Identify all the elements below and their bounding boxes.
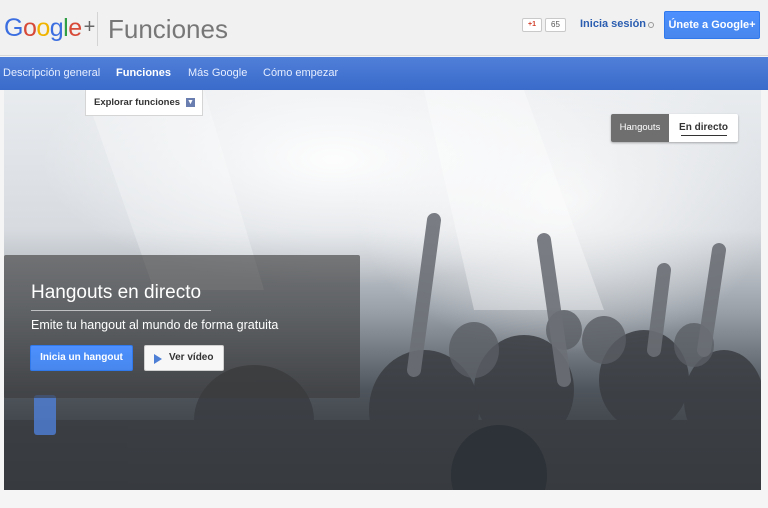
nav-item-mas-google[interactable]: Más Google — [188, 67, 247, 79]
explore-features-dropdown[interactable]: Explorar funciones ▼ — [85, 90, 203, 116]
page-title: Funciones — [108, 14, 228, 44]
google-plus-logo[interactable]: Google + — [4, 14, 95, 43]
logo-letter: e — [68, 14, 82, 42]
separator-dot-icon — [648, 22, 654, 28]
nav-item-como-empezar[interactable]: Cómo empezar — [263, 67, 338, 79]
logo-letter: o — [36, 14, 50, 42]
promo-subtitle: Emite tu hangout al mundo de forma gratu… — [31, 318, 279, 332]
play-icon — [154, 354, 162, 364]
top-header: Google + Funciones +1 65 Inicia sesión Ún… — [0, 0, 768, 56]
main-nav: Descripción general Funciones Más Google… — [0, 57, 768, 90]
hangouts-mode-toggle: Hangouts En directo — [611, 114, 738, 142]
toggle-en-directo-label: En directo — [679, 122, 728, 133]
logo-divider — [97, 12, 98, 46]
nav-item-descripcion-general[interactable]: Descripción general — [3, 67, 100, 79]
promo-panel: Hangouts en directo Emite tu hangout al … — [4, 255, 360, 398]
toggle-en-directo[interactable]: En directo — [669, 114, 738, 142]
logo-letter: g — [49, 14, 64, 42]
watch-video-label: Ver vídeo — [169, 352, 214, 363]
toggle-hangouts[interactable]: Hangouts — [611, 114, 669, 142]
sign-in-link[interactable]: Inicia sesión — [580, 18, 646, 30]
selected-underline — [681, 135, 727, 136]
promo-divider — [31, 310, 211, 311]
logo-plus: + — [83, 16, 96, 38]
join-google-plus-button[interactable]: Únete a Google+ — [664, 11, 760, 39]
watch-video-button[interactable]: Ver vídeo — [144, 345, 224, 371]
start-hangout-button[interactable]: Inicia un hangout — [30, 345, 133, 371]
plus-one-button[interactable]: +1 — [522, 18, 542, 32]
nav-item-funciones[interactable]: Funciones — [116, 67, 171, 79]
logo-letter: o — [22, 14, 37, 42]
plus-one-count: 65 — [545, 18, 566, 32]
explore-features-label: Explorar funciones — [94, 97, 181, 108]
page: Google + Funciones +1 65 Inicia sesión Ún… — [0, 0, 768, 508]
chevron-down-icon: ▼ — [186, 98, 195, 107]
promo-title: Hangouts en directo — [31, 282, 202, 303]
logo-letter: G — [4, 14, 23, 42]
